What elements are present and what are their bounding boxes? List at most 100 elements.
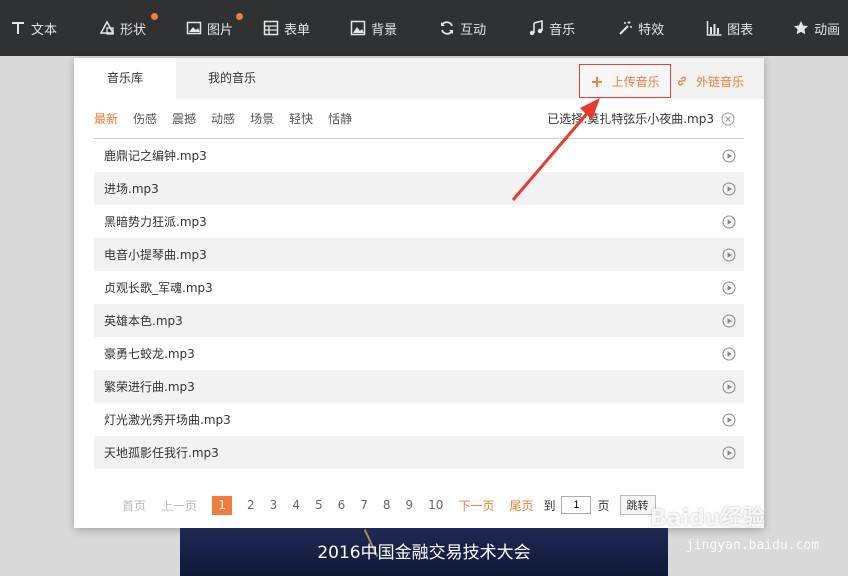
banner-title: 2016中国金融交易技术大会 [317, 543, 531, 563]
filter-light[interactable]: 轻快 [289, 108, 313, 130]
filter-scene[interactable]: 场景 [250, 108, 274, 130]
slide-banner: 2016中国金融交易技术大会 [180, 528, 668, 576]
tab-my-music[interactable]: 我的音乐 [192, 58, 272, 99]
play-icon[interactable] [722, 182, 736, 196]
toolbar-label: 动画 [814, 22, 841, 38]
top-toolbar: 文本 形状 图片 表单 背景 互动 音乐 特效 图表 动画 [0, 0, 848, 56]
track-name: 豪勇七蛟龙.mp3 [104, 347, 195, 361]
star-icon [794, 21, 809, 35]
page-3[interactable]: 3 [270, 498, 278, 512]
track-row[interactable]: 鹿鼎记之编钟.mp3 [94, 139, 744, 172]
category-filters: 最新 伤感 震撼 动感 场景 轻快 恬静 [94, 108, 367, 130]
goto-page-input[interactable] [561, 496, 592, 514]
page-6[interactable]: 6 [338, 498, 346, 512]
background-icon [350, 20, 366, 36]
page-10[interactable]: 10 [428, 498, 443, 512]
filter-calm[interactable]: 恬静 [328, 108, 352, 130]
page-2[interactable]: 2 [247, 498, 255, 512]
toolbar-label: 特效 [638, 22, 665, 38]
shape-icon [99, 20, 115, 35]
last-page-link[interactable]: 尾页 [509, 497, 533, 514]
toolbar-label: 图表 [727, 22, 754, 38]
toolbar-item-effects[interactable]: 特效 [575, 0, 664, 56]
play-icon[interactable] [722, 446, 736, 460]
track-row[interactable]: 豪勇七蛟龙.mp3 [94, 337, 744, 370]
pagination: 首页 上一页 1 2 3 4 5 6 7 8 9 10 下一页 尾页 到 页 跳… [122, 495, 656, 515]
next-page-link[interactable]: 下一页 [458, 497, 494, 514]
image-icon [186, 21, 202, 35]
track-row[interactable]: 进场.mp3 [94, 172, 744, 205]
refresh-icon [441, 21, 454, 35]
first-page-link[interactable]: 首页 [122, 497, 146, 514]
bar-chart-icon [706, 21, 722, 36]
toolbar-item-shape[interactable]: 形状 [57, 0, 159, 56]
track-row[interactable]: 电音小提琴曲.mp3 [94, 238, 744, 271]
toolbar-item-form[interactable]: 表单 [233, 0, 310, 56]
dialog-tabs: 音乐库 我的音乐 + 上传音乐 外链音乐 [74, 58, 764, 99]
filter-sad[interactable]: 伤感 [133, 108, 157, 130]
play-icon[interactable] [722, 314, 736, 328]
upload-music-label: 上传音乐 [611, 74, 660, 89]
watermark-url: jingyan.baidu.com [686, 538, 820, 553]
track-name: 繁荣进行曲.mp3 [104, 380, 195, 394]
track-row[interactable]: 繁荣进行曲.mp3 [94, 370, 744, 403]
filter-epic[interactable]: 震撼 [172, 108, 196, 130]
track-name: 鹿鼎记之编钟.mp3 [104, 149, 207, 163]
external-music-link-button[interactable]: 外链音乐 [676, 64, 744, 98]
upload-music-button[interactable]: + 上传音乐 [579, 64, 671, 98]
toolbar-label: 文本 [31, 22, 58, 38]
track-name: 灯光激光秀开场曲.mp3 [104, 413, 231, 427]
play-icon[interactable] [722, 380, 736, 394]
clear-selection-icon[interactable] [721, 112, 735, 126]
play-icon[interactable] [722, 149, 736, 163]
play-icon[interactable] [722, 413, 736, 427]
toolbar-item-interaction[interactable]: 互动 [397, 0, 486, 56]
play-icon[interactable] [722, 248, 736, 262]
magic-wand-icon [619, 21, 633, 35]
form-icon [263, 20, 279, 36]
goto-suffix: 页 [597, 498, 610, 513]
play-icon[interactable] [722, 347, 736, 361]
track-name: 天地孤影任我行.mp3 [104, 446, 219, 460]
track-name: 贞观长歌_军魂.mp3 [104, 281, 213, 295]
toolbar-item-chart[interactable]: 图表 [664, 0, 753, 56]
track-name: 黑暗势力狂派.mp3 [104, 215, 207, 229]
page-9[interactable]: 9 [406, 498, 414, 512]
toolbar-label: 表单 [284, 22, 311, 38]
track-row[interactable]: 英雄本色.mp3 [94, 304, 744, 337]
toolbar-label: 形状 [120, 22, 147, 38]
tab-music-library[interactable]: 音乐库 [74, 58, 176, 99]
selected-track-text: 已选择:莫扎特弦乐小夜曲.mp3 [547, 112, 714, 126]
toolbar-item-text[interactable]: 文本 [0, 0, 57, 56]
toolbar-item-background[interactable]: 背景 [310, 0, 397, 56]
prev-page-link[interactable]: 上一页 [161, 497, 197, 514]
text-icon [12, 22, 24, 34]
link-icon [678, 76, 686, 86]
watermark-brand: Baidu经验 [650, 506, 765, 531]
track-name: 英雄本色.mp3 [104, 314, 183, 328]
toolbar-item-image[interactable]: 图片 [146, 0, 244, 56]
page-4[interactable]: 4 [292, 498, 300, 512]
page-1[interactable]: 1 [212, 495, 233, 515]
track-name: 电音小提琴曲.mp3 [104, 248, 207, 262]
page-5[interactable]: 5 [315, 498, 323, 512]
track-row[interactable]: 灯光激光秀开场曲.mp3 [94, 403, 744, 436]
play-icon[interactable] [722, 281, 736, 295]
track-list: 鹿鼎记之编钟.mp3 进场.mp3 黑暗势力狂派.mp3 电音小提琴曲.mp3 贞观长歌… [94, 138, 744, 469]
track-row[interactable]: 天地孤影任我行.mp3 [94, 436, 744, 469]
track-row[interactable]: 贞观长歌_军魂.mp3 [94, 271, 744, 304]
filter-latest[interactable]: 最新 [94, 108, 118, 130]
page-7[interactable]: 7 [360, 498, 368, 512]
page-8[interactable]: 8 [383, 498, 391, 512]
track-name: 进场.mp3 [104, 182, 159, 196]
toolbar-label: 互动 [460, 22, 487, 38]
play-icon[interactable] [722, 215, 736, 229]
track-row[interactable]: 黑暗势力狂派.mp3 [94, 205, 744, 238]
toolbar-item-animation[interactable]: 动画 [753, 0, 840, 56]
filter-dynamic[interactable]: 动感 [211, 108, 235, 130]
toolbar-label: 背景 [371, 22, 398, 38]
toolbar-label: 图片 [207, 22, 234, 38]
toolbar-label: 音乐 [549, 22, 576, 38]
music-icon [529, 20, 543, 36]
toolbar-item-music[interactable]: 音乐 [486, 0, 575, 56]
